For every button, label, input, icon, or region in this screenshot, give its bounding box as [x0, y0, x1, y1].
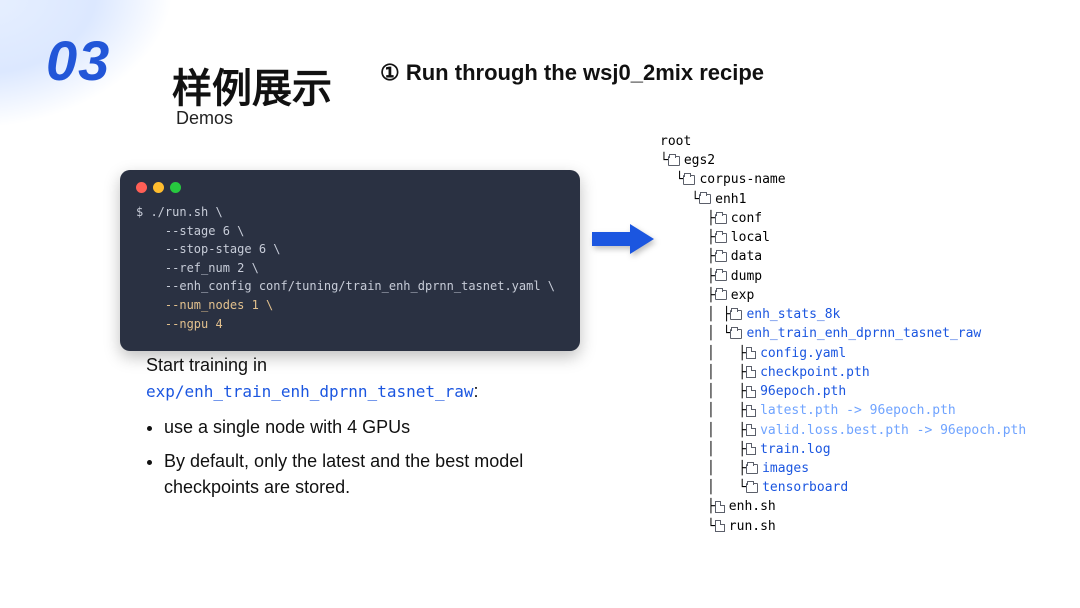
tree-runsh: └run.sh	[660, 517, 1026, 536]
folder-icon	[746, 483, 758, 493]
folder-icon	[715, 233, 727, 243]
file-icon	[746, 366, 756, 378]
terminal-window: $ ./run.sh \ --stage 6 \ --stop-stage 6 …	[120, 170, 580, 351]
title-chinese: 样例展示	[172, 56, 332, 114]
tree-data: ├data	[660, 247, 1026, 266]
window-controls	[136, 182, 564, 193]
title-subtitle: Demos	[176, 108, 233, 129]
folder-icon	[715, 290, 727, 300]
desc-colon: :	[474, 381, 479, 401]
folder-icon	[730, 329, 742, 339]
tree-enhsh: ├enh.sh	[660, 497, 1026, 516]
folder-icon	[715, 271, 727, 281]
tree-valid: │ ├valid.loss.best.pth -> 96epoch.pth	[660, 421, 1026, 440]
maximize-icon	[170, 182, 181, 193]
close-icon	[136, 182, 147, 193]
step-number-icon: ①	[380, 60, 400, 85]
folder-icon	[730, 310, 742, 320]
folder-icon	[683, 175, 695, 185]
minimize-icon	[153, 182, 164, 193]
tree-tensorboard: │ └tensorboard	[660, 478, 1026, 497]
cmd-line-4: --ref_num 2 \	[136, 259, 564, 278]
file-icon	[715, 501, 725, 513]
step-title-text: Run through the wsj0_2mix recipe	[406, 60, 764, 85]
file-icon	[746, 443, 756, 455]
tree-local: ├local	[660, 228, 1026, 247]
tree-checkpoint: │ ├checkpoint.pth	[660, 363, 1026, 382]
cmd-line-1: $ ./run.sh \	[136, 203, 564, 222]
desc-bullet-1: use a single node with 4 GPUs	[164, 414, 586, 440]
tree-latest: │ ├latest.pth -> 96epoch.pth	[660, 401, 1026, 420]
arrow-icon	[592, 222, 656, 256]
cmd-line-5: --enh_config conf/tuning/train_enh_dprnn…	[136, 277, 564, 296]
file-icon	[746, 424, 756, 436]
tree-dump: ├dump	[660, 267, 1026, 286]
folder-icon	[746, 464, 758, 474]
slide-number: 03	[46, 28, 110, 93]
tree-trainlog: │ ├train.log	[660, 440, 1026, 459]
tree-train: │ └enh_train_enh_dprnn_tasnet_raw	[660, 324, 1026, 343]
tree-egs2: └egs2	[660, 151, 1026, 170]
description-block: Start training in exp/enh_train_enh_dprn…	[146, 352, 586, 508]
cmd-line-6: --num_nodes 1 \	[136, 296, 564, 315]
tree-conf: ├conf	[660, 209, 1026, 228]
folder-icon	[668, 156, 680, 166]
cmd-line-3: --stop-stage 6 \	[136, 240, 564, 259]
folder-icon	[699, 194, 711, 204]
tree-images: │ ├images	[660, 459, 1026, 478]
cmd-line-7: --ngpu 4	[136, 315, 564, 334]
file-icon	[715, 520, 725, 532]
tree-stats: │ ├enh_stats_8k	[660, 305, 1026, 324]
file-icon	[746, 405, 756, 417]
tree-96epoch: │ ├96epoch.pth	[660, 382, 1026, 401]
cmd-line-2: --stage 6 \	[136, 222, 564, 241]
tree-corpus: └corpus-name	[660, 170, 1026, 189]
file-tree: root └egs2 └corpus-name └enh1 ├conf ├loc…	[660, 132, 1026, 536]
desc-bullet-2: By default, only the latest and the best…	[164, 448, 586, 500]
desc-path: exp/enh_train_enh_dprnn_tasnet_raw	[146, 382, 474, 401]
folder-icon	[715, 214, 727, 224]
folder-icon	[715, 252, 727, 262]
desc-intro: Start training in	[146, 355, 267, 375]
tree-exp: ├exp	[660, 286, 1026, 305]
step-title: ① Run through the wsj0_2mix recipe	[380, 60, 764, 86]
tree-enh1: └enh1	[660, 190, 1026, 209]
file-icon	[746, 386, 756, 398]
file-icon	[746, 347, 756, 359]
tree-root: root	[660, 132, 1026, 151]
tree-config: │ ├config.yaml	[660, 344, 1026, 363]
